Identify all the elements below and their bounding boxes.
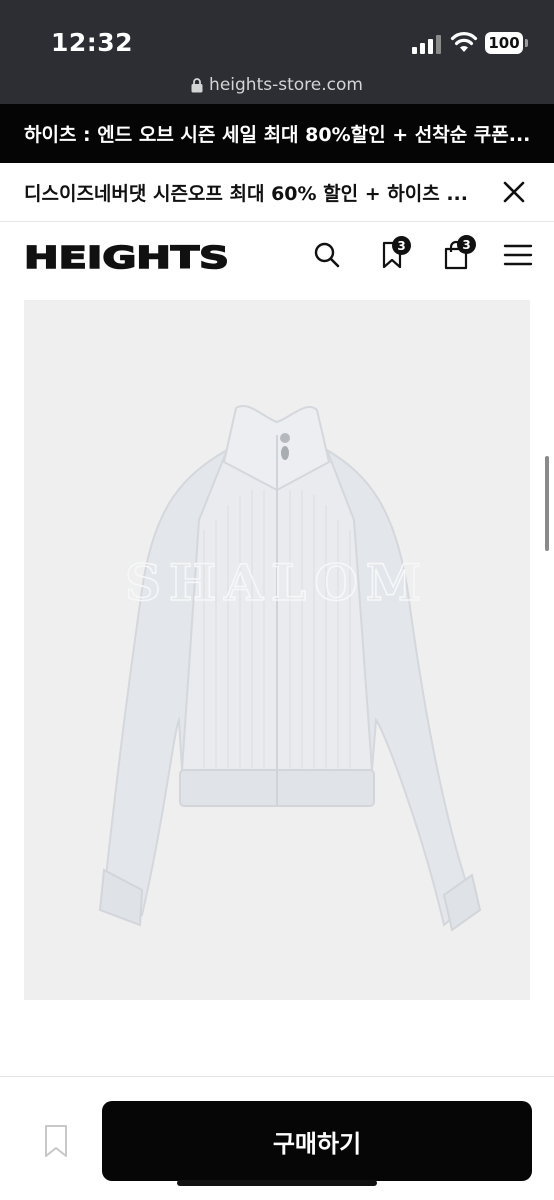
url-text: heights-store.com [209, 75, 363, 95]
logo-text: HEIGHTS [24, 241, 229, 272]
status-time: 12:32 [51, 28, 134, 57]
cart-count-badge: 3 [457, 235, 476, 254]
cart-button[interactable]: 3 [441, 235, 476, 270]
cart-count: 3 [462, 237, 471, 252]
bottom-divider [0, 1076, 554, 1077]
wishlist-bookmark-icon[interactable] [40, 1122, 72, 1160]
home-indicator [177, 1180, 377, 1186]
chest-lettering: SHALOM [125, 553, 429, 612]
address-bar[interactable]: heights-store.com [0, 72, 554, 98]
promo-banner-event-text: 디스이즈네버댓 시즌오프 최대 60% 할인 + 하이츠 ... [24, 182, 468, 205]
cellular-signal-icon [412, 35, 441, 54]
hamburger-menu-icon[interactable] [503, 240, 533, 270]
battery-cap [525, 39, 528, 47]
track-jacket-illustration: SHALOM [98, 405, 482, 932]
product-image[interactable]: SHALOM [24, 300, 530, 1000]
promo-banner-event[interactable]: 디스이즈네버댓 시즌오프 최대 60% 할인 + 하이츠 ... [0, 163, 554, 222]
heights-logo[interactable]: HEIGHTS [24, 240, 229, 272]
search-icon[interactable] [312, 240, 342, 270]
battery-level: 100 [488, 34, 520, 52]
scrollbar[interactable] [545, 456, 549, 551]
wishlist-count: 3 [397, 238, 406, 253]
close-icon[interactable] [502, 180, 526, 204]
status-bar: 12:32 100 heights-store.com [0, 0, 554, 104]
buy-button-label: 구매하기 [272, 1129, 362, 1158]
battery-indicator: 100 [485, 32, 523, 54]
promo-banner-sale[interactable]: 하이츠 : 엔드 오브 시즌 세일 최대 80%할인 + 선착순 쿠폰... [0, 104, 554, 163]
lock-icon [191, 77, 203, 92]
promo-banner-sale-text: 하이츠 : 엔드 오브 시즌 세일 최대 80%할인 + 선착순 쿠폰... [24, 124, 531, 146]
wifi-icon [450, 32, 478, 52]
buy-button[interactable]: 구매하기 [102, 1101, 532, 1181]
wishlist-button[interactable]: 3 [377, 236, 411, 270]
site-header: HEIGHTS 3 3 [0, 222, 554, 298]
wishlist-count-badge: 3 [392, 236, 411, 255]
